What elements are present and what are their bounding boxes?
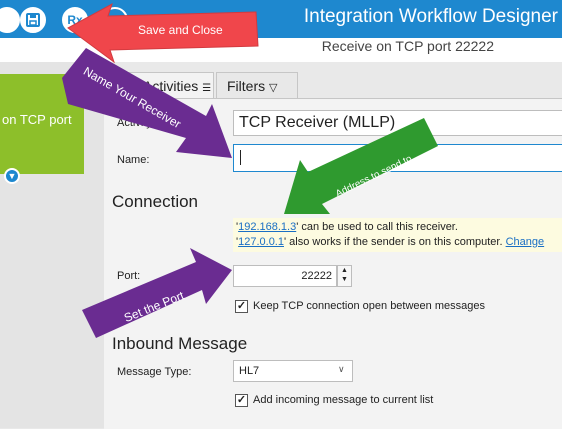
green-arrow-address	[284, 118, 438, 214]
purple-arrow-port	[82, 248, 232, 338]
annotation-layer	[62, 2, 438, 338]
annotation-save-close: Save and Close	[138, 23, 223, 37]
